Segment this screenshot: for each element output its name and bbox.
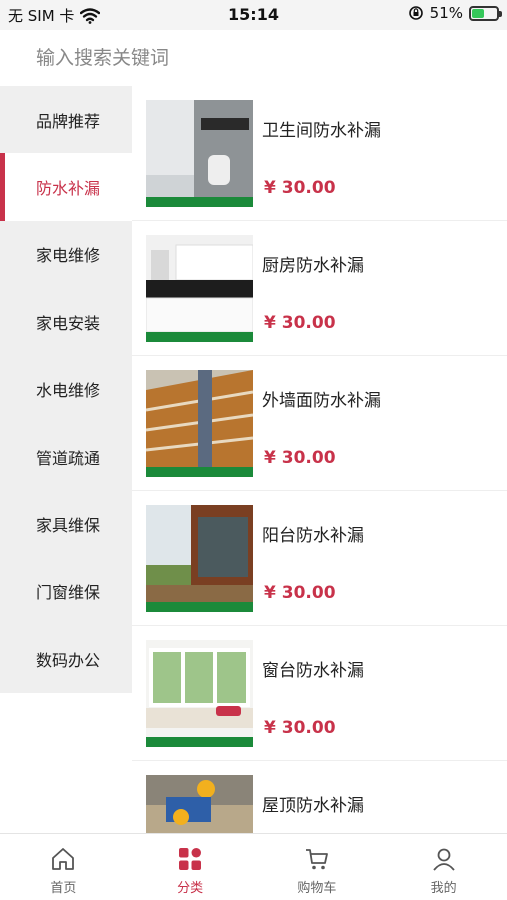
status-bar: 无 SIM 卡 15:14 51%: [0, 0, 507, 30]
product-price: ¥ 30.00: [264, 448, 336, 468]
sidebar-item-label: 品牌推荐: [36, 111, 101, 131]
sidebar-item-label: 防水补漏: [36, 179, 101, 199]
product-name: 窗台防水补漏: [262, 661, 364, 681]
product-price: ¥ 30.00: [264, 313, 336, 333]
cart-icon: [305, 849, 328, 870]
exterior-wall-photo: [146, 370, 253, 477]
battery-icon: [469, 5, 502, 21]
sidebar-item-label: 家电安装: [36, 313, 101, 333]
orientation-lock-icon: [408, 6, 423, 20]
tab-category[interactable]: 分类: [127, 834, 254, 900]
sidebar-item-label: 家具维保: [36, 516, 101, 536]
sidebar-item-label: 门窗维保: [36, 583, 101, 603]
sidebar-item-doors-windows[interactable]: 门窗维保: [0, 558, 132, 625]
windowsill-photo: [146, 640, 253, 747]
sidebar-item-digital-office[interactable]: 数码办公: [0, 625, 132, 692]
search-input[interactable]: [36, 44, 476, 72]
product-name: 卫生间防水补漏: [262, 121, 381, 141]
product-price: ¥ 30.00: [264, 583, 336, 603]
product-name: 屋顶防水补漏: [262, 796, 364, 816]
product-card[interactable]: 窗台防水补漏 ¥ 30.00: [132, 626, 507, 761]
product-name: 外墙面防水补漏: [262, 391, 381, 411]
kitchen-photo: [146, 235, 253, 342]
sidebar-item-plumbing-electric[interactable]: 水电维修: [0, 356, 132, 423]
product-price: ¥ 30.00: [264, 178, 336, 198]
product-name: 阳台防水补漏: [262, 526, 364, 546]
bathroom-photo: [146, 100, 253, 207]
sidebar-item-label: 水电维修: [36, 381, 101, 401]
tab-home[interactable]: 首页: [0, 834, 127, 900]
category-sidebar: 品牌推荐 防水补漏 家电维修 家电安装 水电维修 管道疏通 家具维保 门窗维保 …: [0, 86, 132, 693]
product-card[interactable]: 阳台防水补漏 ¥ 30.00: [132, 491, 507, 626]
product-price: ¥ 30.00: [264, 718, 336, 738]
sidebar-item-label: 管道疏通: [36, 448, 101, 468]
status-right: 51%: [408, 4, 502, 22]
sidebar-item-pipe-cleaning[interactable]: 管道疏通: [0, 423, 132, 490]
product-card[interactable]: 屋顶防水补漏: [132, 761, 507, 833]
tab-label: 我的: [430, 881, 457, 896]
product-card[interactable]: 卫生间防水补漏 ¥ 30.00: [132, 86, 507, 221]
balcony-photo: [146, 505, 253, 612]
tab-label: 购物车: [297, 881, 337, 896]
product-card[interactable]: 厨房防水补漏 ¥ 30.00: [132, 221, 507, 356]
category-icon: [179, 848, 202, 870]
sidebar-item-furniture[interactable]: 家具维保: [0, 490, 132, 557]
sidebar-item-appliance-repair[interactable]: 家电维修: [0, 221, 132, 288]
sidebar-item-appliance-install[interactable]: 家电安装: [0, 288, 132, 355]
product-name: 厨房防水补漏: [262, 256, 364, 276]
tab-label: 分类: [177, 881, 204, 896]
profile-icon: [432, 848, 455, 871]
tab-bar: 首页 分类 购物车 我的: [0, 833, 507, 900]
sidebar-item-label: 家电维修: [36, 246, 101, 266]
tab-label: 首页: [50, 881, 77, 896]
product-card[interactable]: 外墙面防水补漏 ¥ 30.00: [132, 356, 507, 491]
roof-photo: [146, 775, 253, 833]
tab-cart[interactable]: 购物车: [254, 834, 381, 900]
sidebar-item-waterproofing[interactable]: 防水补漏: [0, 153, 132, 222]
battery-percent: 51%: [429, 4, 463, 22]
sidebar-item-label: 数码办公: [36, 650, 101, 670]
tab-profile[interactable]: 我的: [380, 834, 507, 900]
sidebar-item-brand[interactable]: 品牌推荐: [0, 86, 132, 153]
product-list: 卫生间防水补漏 ¥ 30.00 厨房防水补漏 ¥ 30.00 外墙面防水补漏 ¥…: [132, 86, 507, 833]
home-icon: [52, 848, 75, 870]
search-bar: [0, 30, 507, 86]
